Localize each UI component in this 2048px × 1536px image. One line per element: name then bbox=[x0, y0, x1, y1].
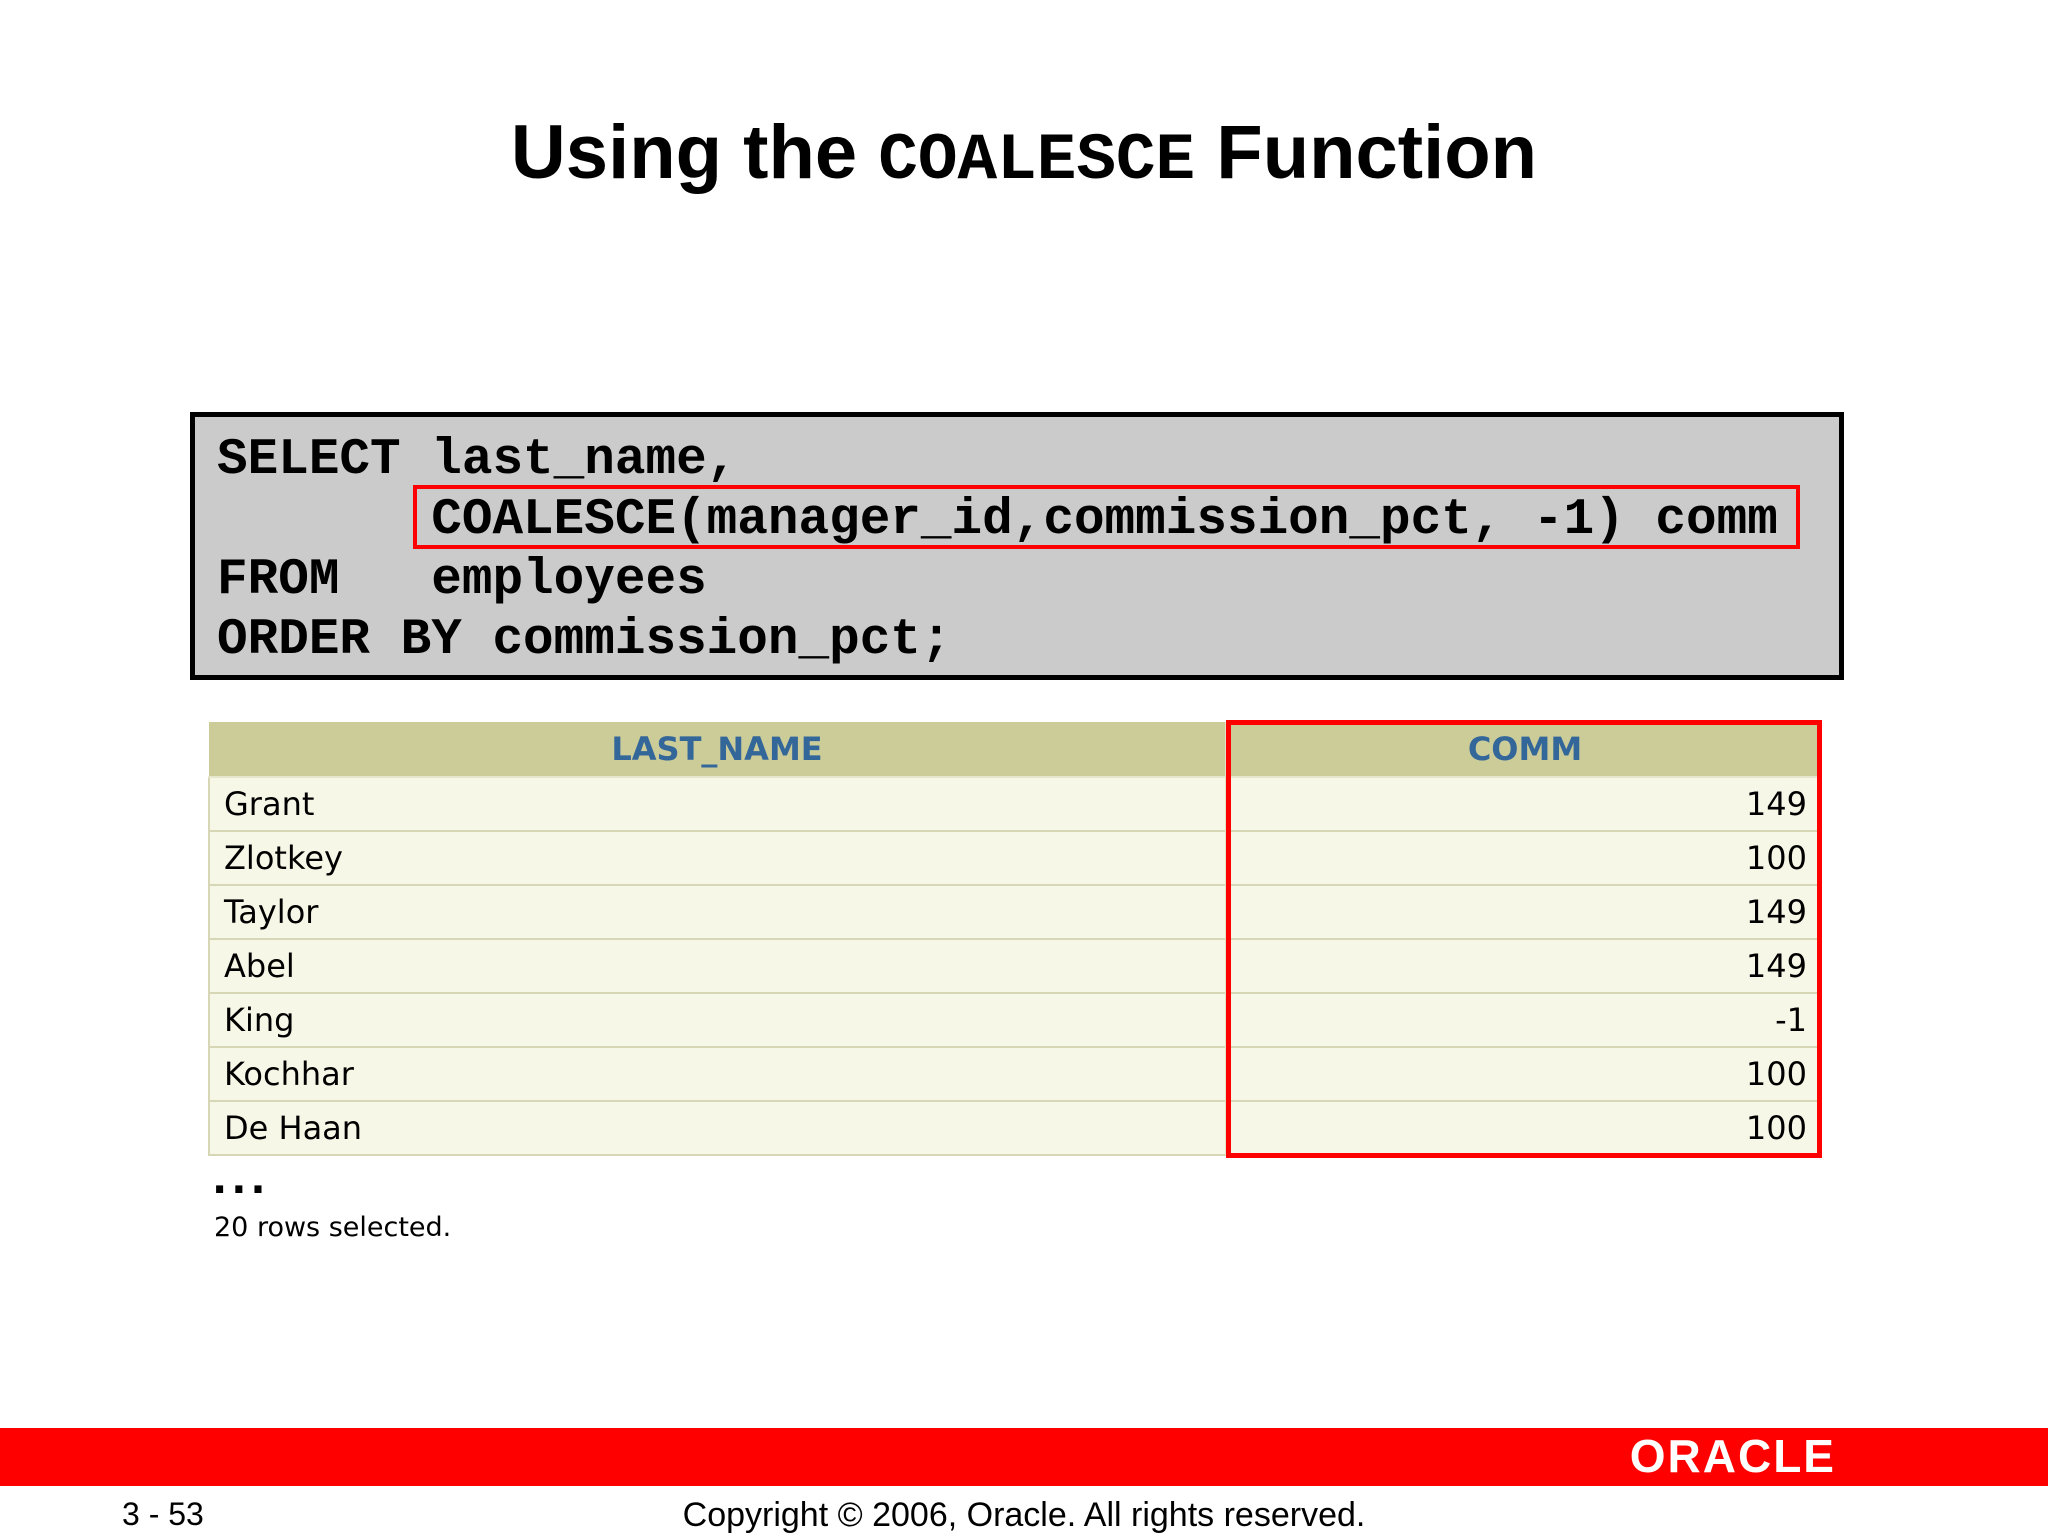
cell-last-name: Abel bbox=[208, 939, 1227, 994]
rows-selected-status: 20 rows selected. bbox=[214, 1212, 452, 1243]
cell-last-name: Kochhar bbox=[208, 1047, 1227, 1102]
copyright-notice: Copyright © 2006, Oracle. All rights res… bbox=[682, 1496, 1366, 1534]
slide-title: Using the COALESCE Function bbox=[0, 108, 2048, 206]
cell-last-name: Zlotkey bbox=[208, 831, 1227, 886]
oracle-logo: ORACLE bbox=[1629, 1430, 1836, 1482]
cell-last-name: Taylor bbox=[208, 885, 1227, 940]
cell-last-name: Grant bbox=[208, 777, 1227, 832]
ellipsis: ... bbox=[212, 1157, 270, 1203]
sql-line-from: FROM employees bbox=[217, 552, 707, 609]
cell-last-name: De Haan bbox=[208, 1101, 1227, 1156]
title-code: COALESCE bbox=[878, 123, 1196, 198]
cell-last-name: King bbox=[208, 993, 1227, 1048]
title-suffix: Function bbox=[1216, 110, 1538, 195]
title-prefix: Using the bbox=[510, 110, 858, 195]
sql-line-select: SELECT last_name, bbox=[217, 432, 738, 489]
column-header-last-name: LAST_NAME bbox=[209, 722, 1227, 778]
sql-code-box: SELECT last_name, COALESCE(manager_id,co… bbox=[190, 412, 1844, 680]
comm-column-highlight-box bbox=[1226, 720, 1822, 1158]
sql-line-order-by: ORDER BY commission_pct; bbox=[217, 612, 952, 669]
coalesce-highlight-box bbox=[413, 485, 1800, 549]
